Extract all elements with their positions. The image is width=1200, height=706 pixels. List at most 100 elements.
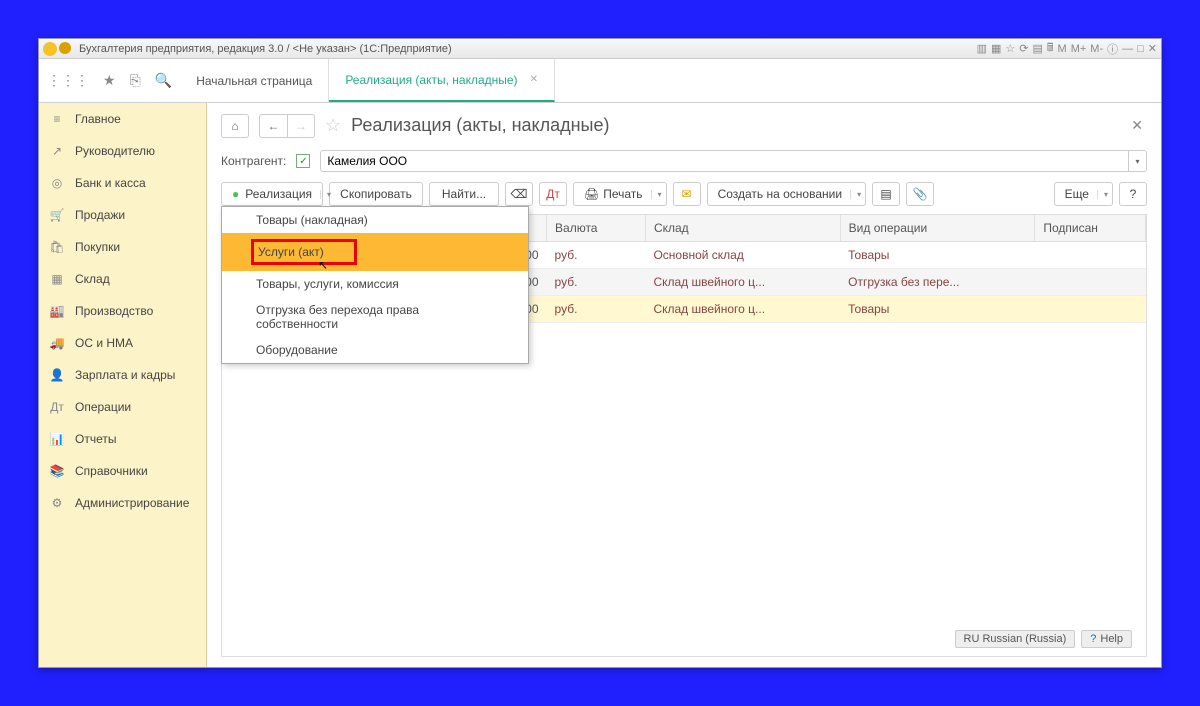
dd-item-services[interactable]: Услуги (акт) xyxy=(222,233,528,271)
find-button[interactable]: Найти... xyxy=(429,182,499,206)
m-plus-button[interactable]: M+ xyxy=(1071,43,1087,55)
window-title: Бухгалтерия предприятия, редакция 3.0 / … xyxy=(79,43,452,55)
body: ≡ Главное ↗ Руководителю ◎Банк и касса 🛒 Прода… xyxy=(39,103,1161,667)
sidebar-item[interactable]: ◎Банк и касса xyxy=(39,167,206,199)
sidebar-icon: 🛍 xyxy=(49,240,65,254)
tab-home[interactable]: Начальная страница xyxy=(180,59,329,102)
lang-indicator[interactable]: RU Russian (Russia) xyxy=(955,630,1076,648)
tb-icon[interactable]: ▦ xyxy=(991,42,1001,55)
clear-filter-button[interactable]: ⌫ xyxy=(505,182,533,206)
col-header[interactable]: Валюта xyxy=(547,215,646,242)
sidebar-icon: ▦ xyxy=(49,272,65,286)
counterparty-dropdown-button[interactable]: ▾ xyxy=(1129,150,1147,172)
sidebar-icon: Дт xyxy=(49,400,65,414)
maximize-button[interactable]: □ xyxy=(1137,43,1144,55)
sidebar-label: Банк и касса xyxy=(75,176,146,190)
sidebar-label: Руководителю xyxy=(75,144,155,158)
help-button[interactable]: ? xyxy=(1119,182,1147,206)
action-row: Реализация▾ Товары (накладная) Услуги (а… xyxy=(207,178,1161,210)
close-button[interactable]: ✕ xyxy=(1148,42,1157,55)
sidebar-icon: 🏭 xyxy=(49,304,65,318)
sidebar-item[interactable]: 📊Отчеты xyxy=(39,423,206,455)
tab-close-icon[interactable]: ✕ xyxy=(530,74,538,85)
app-icons xyxy=(43,42,71,56)
sidebar: ≡ Главное ↗ Руководителю ◎Банк и касса 🛒 Прода… xyxy=(39,103,207,667)
sidebar-label: Склад xyxy=(75,272,110,286)
realize-button[interactable]: Реализация▾ xyxy=(221,182,323,206)
sidebar-label: Справочники xyxy=(75,464,148,478)
tb-icon[interactable]: ▤ xyxy=(1033,42,1043,55)
sidebar-icon: 👤 xyxy=(49,368,65,382)
create-based-button[interactable]: Создать на основании▾ xyxy=(707,182,867,206)
close-page-button[interactable]: ✕ xyxy=(1127,113,1147,138)
m-minus-button[interactable]: M- xyxy=(1090,43,1103,55)
history-icon[interactable]: ⎘ xyxy=(130,72,141,89)
home-button[interactable]: ⌂ xyxy=(221,114,249,138)
counterparty-input[interactable] xyxy=(320,150,1129,172)
sidebar-icon: 🛒 xyxy=(49,208,65,222)
sidebar-item[interactable]: 🛒 Продажи xyxy=(39,199,206,231)
copy-button[interactable]: Скопировать xyxy=(329,182,423,206)
sidebar-item[interactable]: 🚚ОС и НМА xyxy=(39,327,206,359)
tb-icon[interactable]: ⟳ xyxy=(1019,42,1028,55)
forward-button[interactable]: → xyxy=(287,114,315,138)
sidebar-item[interactable]: ДтОперации xyxy=(39,391,206,423)
back-button[interactable]: ← xyxy=(259,114,287,138)
email-button[interactable]: ✉ xyxy=(673,182,701,206)
col-header[interactable]: Подписан xyxy=(1035,215,1146,242)
sidebar-item[interactable]: 🛍 Покупки xyxy=(39,231,206,263)
counterparty-combo: ▾ xyxy=(320,150,1147,172)
filter-checkbox[interactable]: ✓ xyxy=(296,154,310,168)
sidebar-label: Покупки xyxy=(75,240,120,254)
dd-item-shipment[interactable]: Отгрузка без перехода права собственност… xyxy=(222,297,528,337)
tabs: Начальная страница Реализация (акты, нак… xyxy=(180,59,555,102)
star-icon[interactable]: ★ xyxy=(103,72,116,89)
sidebar-icon: ↗ xyxy=(49,144,65,158)
sidebar-label: Продажи xyxy=(75,208,125,222)
page-title: Реализация (акты, накладные) xyxy=(351,115,609,136)
sidebar-label: Администрирование xyxy=(75,496,189,510)
dd-item-goods[interactable]: Товары (накладная) xyxy=(222,207,528,233)
filter-label: Контрагент: xyxy=(221,154,286,168)
col-header[interactable]: Склад xyxy=(645,215,840,242)
main-toolbar: ⋮⋮⋮ ★ ⎘ 🔍 Начальная страница Реализация … xyxy=(39,59,1161,103)
dd-item-commission[interactable]: Товары, услуги, комиссия xyxy=(222,271,528,297)
col-header[interactable]: Вид операции xyxy=(840,215,1035,242)
sidebar-item[interactable]: 🏭Производство xyxy=(39,295,206,327)
m-button[interactable]: M xyxy=(1058,43,1067,55)
tb-icon[interactable]: ☆ xyxy=(1005,42,1015,55)
dt-kt-button[interactable]: Дт xyxy=(539,182,567,206)
sidebar-item[interactable]: 📚Справочники xyxy=(39,455,206,487)
print-button[interactable]: 🖨 Печать▾ xyxy=(573,182,667,206)
app-icon-secondary xyxy=(59,42,71,54)
filter-row: Контрагент: ✓ ▾ xyxy=(207,144,1161,178)
attachment-button[interactable]: 📎 xyxy=(906,182,934,206)
more-button[interactable]: Еще▾ xyxy=(1054,182,1113,206)
search-icon[interactable]: 🔍 xyxy=(155,72,172,89)
help-indicator[interactable]: ?Help xyxy=(1081,630,1132,648)
dd-item-equipment[interactable]: Оборудование xyxy=(222,337,528,363)
favorite-star-icon[interactable]: ☆ xyxy=(325,115,341,136)
info-icon[interactable]: ⓘ xyxy=(1107,41,1118,57)
sidebar-label: Главное xyxy=(75,112,121,126)
minimize-button[interactable]: — xyxy=(1122,43,1133,55)
tb-icon[interactable]: 🖩 xyxy=(1047,39,1054,58)
sidebar-icon: 🚚 xyxy=(49,336,65,350)
content-header: ⌂ ← → ☆ Реализация (акты, накладные) ✕ xyxy=(207,103,1161,144)
sidebar-item[interactable]: ⚙ Администрирование xyxy=(39,487,206,519)
realize-dropdown-menu: Товары (накладная) Услуги (акт) Товары, … xyxy=(221,206,529,364)
apps-icon[interactable]: ⋮⋮⋮ xyxy=(47,72,89,89)
statusbar: RU Russian (Russia) ?Help xyxy=(955,630,1132,648)
sidebar-item[interactable]: ≡ Главное xyxy=(39,103,206,135)
sidebar-item[interactable]: ▦ Склад xyxy=(39,263,206,295)
edo-button[interactable]: ▤ xyxy=(872,182,900,206)
sidebar-item[interactable]: ↗ Руководителю xyxy=(39,135,206,167)
tb-icon[interactable]: ▥ xyxy=(977,42,987,55)
content: ⌂ ← → ☆ Реализация (акты, накладные) ✕ К… xyxy=(207,103,1161,667)
titlebar: Бухгалтерия предприятия, редакция 3.0 / … xyxy=(39,39,1161,59)
sidebar-icon: ≡ xyxy=(49,112,65,126)
tab-realisation[interactable]: Реализация (акты, накладные) ✕ xyxy=(329,59,555,102)
sidebar-icon: ⚙ xyxy=(49,496,65,510)
app-icon-1c xyxy=(43,42,57,56)
sidebar-item[interactable]: 👤Зарплата и кадры xyxy=(39,359,206,391)
